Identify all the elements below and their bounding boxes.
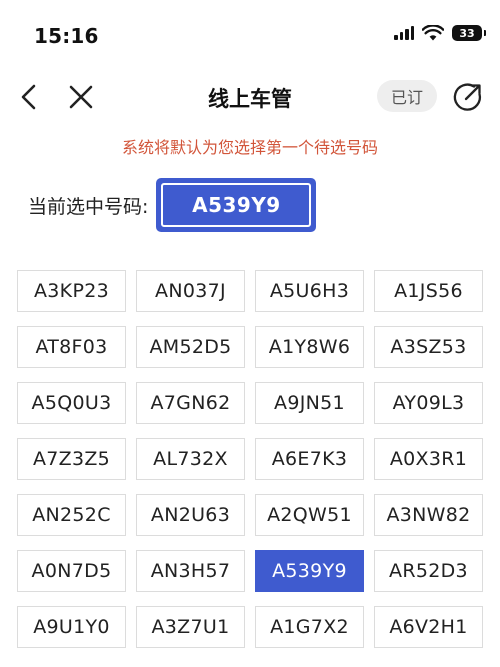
plate-option[interactable]: A5Q0U3 — [17, 382, 126, 424]
plate-option[interactable]: A3NW82 — [374, 494, 483, 536]
plate-option[interactable]: AL732X — [136, 438, 245, 480]
plate-option[interactable]: AN037J — [136, 270, 245, 312]
plate-option[interactable]: A1G7X2 — [255, 606, 364, 648]
plate-option[interactable]: A3KP23 — [17, 270, 126, 312]
plate-option[interactable]: A6V2H1 — [374, 606, 483, 648]
battery-level: 33 — [459, 26, 475, 40]
plate-option[interactable]: AY09L3 — [374, 382, 483, 424]
plate-option[interactable]: A9JN51 — [255, 382, 364, 424]
default-selection-notice: 系统将默认为您选择第一个待选号码 — [121, 138, 378, 157]
wifi-icon — [422, 25, 444, 41]
close-icon[interactable] — [66, 82, 96, 112]
signal-icon — [394, 26, 414, 40]
status-bar: 15:16 33 — [0, 0, 500, 64]
status-icons: 33 — [394, 25, 486, 41]
battery-icon: 33 — [452, 25, 486, 41]
status-time: 15:16 — [34, 24, 99, 48]
subscribed-button[interactable]: 已订 — [377, 80, 437, 112]
plate-option[interactable]: AT8F03 — [17, 326, 126, 368]
share-icon[interactable] — [452, 81, 484, 113]
plate-option[interactable]: A0X3R1 — [374, 438, 483, 480]
plate-option[interactable]: A0N7D5 — [17, 550, 126, 592]
plate-option[interactable]: AN3H57 — [136, 550, 245, 592]
current-plate-display: A539Y9 — [156, 178, 317, 232]
plate-option[interactable]: A7GN62 — [136, 382, 245, 424]
back-arrow-icon[interactable] — [16, 82, 44, 112]
current-selection-row: 当前选中号码: A539Y9 — [28, 178, 317, 232]
plate-option[interactable]: A7Z3Z5 — [17, 438, 126, 480]
plate-option[interactable]: A3SZ53 — [374, 326, 483, 368]
plate-option[interactable]: AR52D3 — [374, 550, 483, 592]
plate-option[interactable]: A6E7K3 — [255, 438, 364, 480]
current-plate-number: A539Y9 — [161, 183, 312, 227]
plate-option[interactable]: A2QW51 — [255, 494, 364, 536]
plate-option[interactable]: A5U6H3 — [255, 270, 364, 312]
plate-grid: A3KP23 AN037J A5U6H3 A1JS56 AT8F03 AM52D5 A1Y8… — [17, 270, 483, 648]
plate-option[interactable]: AM52D5 — [136, 326, 245, 368]
plate-option[interactable]: AN252C — [17, 494, 126, 536]
nav-bar: 线上车管 已订 — [0, 72, 500, 124]
plate-option-selected[interactable]: A539Y9 — [255, 550, 364, 592]
plate-option[interactable]: AN2U63 — [136, 494, 245, 536]
current-selection-label: 当前选中号码: — [28, 195, 149, 218]
plate-option[interactable]: A1Y8W6 — [255, 326, 364, 368]
plate-option[interactable]: A1JS56 — [374, 270, 483, 312]
plate-option[interactable]: A9U1Y0 — [17, 606, 126, 648]
plate-option[interactable]: A3Z7U1 — [136, 606, 245, 648]
